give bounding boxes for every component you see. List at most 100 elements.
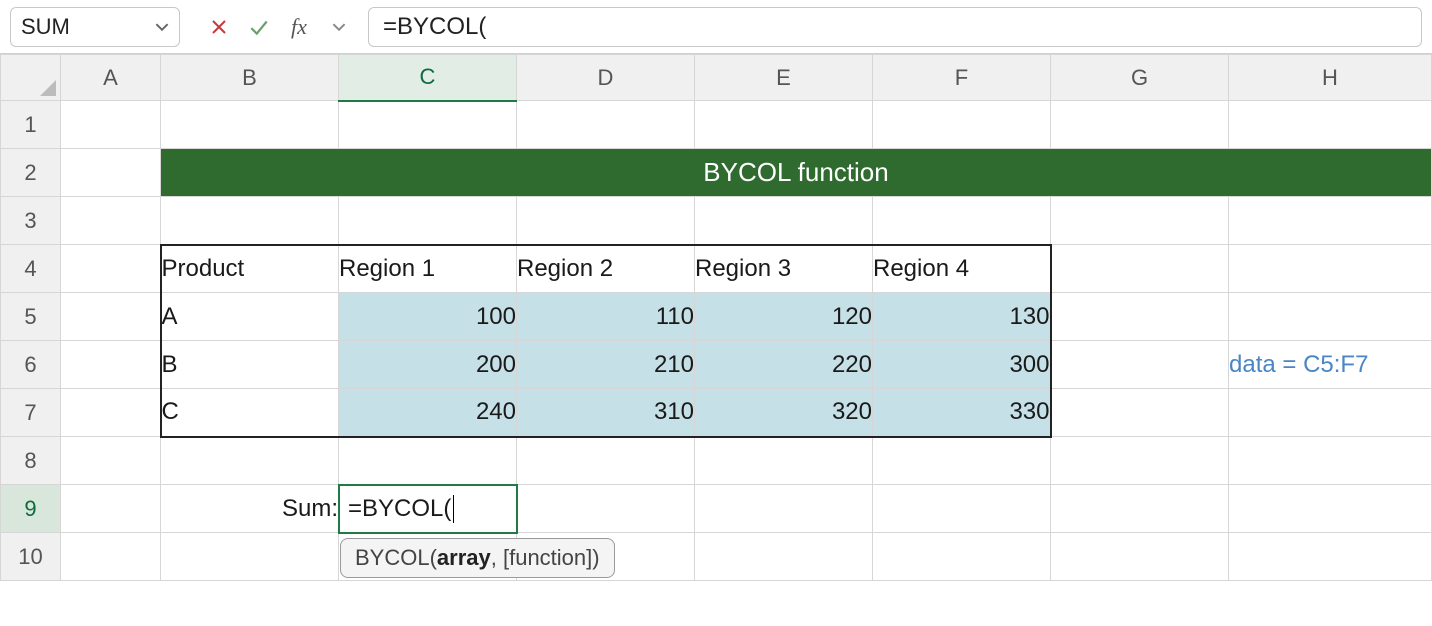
cell-F5[interactable]: 130	[873, 293, 1051, 341]
cell-G9[interactable]	[1051, 485, 1229, 533]
cell-D4[interactable]: Region 2	[517, 245, 695, 293]
cell-G10[interactable]	[1051, 533, 1229, 581]
cell-G8[interactable]	[1051, 437, 1229, 485]
cell-D7[interactable]: 310	[517, 389, 695, 437]
cell-B10[interactable]	[161, 533, 339, 581]
cell-C8[interactable]	[339, 437, 517, 485]
cell-A3[interactable]	[61, 197, 161, 245]
cell-H9[interactable]	[1229, 485, 1432, 533]
cell-A2[interactable]	[61, 149, 161, 197]
cell-H8[interactable]	[1229, 437, 1432, 485]
col-head-C[interactable]: C	[339, 55, 517, 101]
cell-H6[interactable]: data = C5:F7	[1229, 341, 1432, 389]
cell-E7[interactable]: 320	[695, 389, 873, 437]
row-head-3[interactable]: 3	[1, 197, 61, 245]
cell-C1[interactable]	[339, 101, 517, 149]
cell-A5[interactable]	[61, 293, 161, 341]
cell-B4[interactable]: Product	[161, 245, 339, 293]
cell-B8[interactable]	[161, 437, 339, 485]
cell-F8[interactable]	[873, 437, 1051, 485]
cell-A6[interactable]	[61, 341, 161, 389]
cell-B7[interactable]: C	[161, 389, 339, 437]
cell-C5[interactable]: 100	[339, 293, 517, 341]
row-head-4[interactable]: 4	[1, 245, 61, 293]
select-all-corner[interactable]	[1, 55, 61, 101]
cell-G7[interactable]	[1051, 389, 1229, 437]
cell-H1[interactable]	[1229, 101, 1432, 149]
cell-G4[interactable]	[1051, 245, 1229, 293]
cell-A9[interactable]	[61, 485, 161, 533]
row-head-1[interactable]: 1	[1, 101, 61, 149]
cell-B1[interactable]	[161, 101, 339, 149]
banner-cell[interactable]: BYCOL function	[161, 149, 1432, 197]
cell-C3[interactable]	[339, 197, 517, 245]
cell-C4[interactable]: Region 1	[339, 245, 517, 293]
chevron-down-icon[interactable]	[324, 12, 354, 42]
col-head-D[interactable]: D	[517, 55, 695, 101]
cell-C6[interactable]: 200	[339, 341, 517, 389]
col-head-F[interactable]: F	[873, 55, 1051, 101]
row-head-7[interactable]: 7	[1, 389, 61, 437]
cell-G3[interactable]	[1051, 197, 1229, 245]
col-head-H[interactable]: H	[1229, 55, 1432, 101]
cell-E5[interactable]: 120	[695, 293, 873, 341]
formula-input[interactable]: =BYCOL(	[368, 7, 1422, 47]
cell-G1[interactable]	[1051, 101, 1229, 149]
cell-D3[interactable]	[517, 197, 695, 245]
cell-G5[interactable]	[1051, 293, 1229, 341]
cell-E10[interactable]	[695, 533, 873, 581]
cell-F1[interactable]	[873, 101, 1051, 149]
cell-E8[interactable]	[695, 437, 873, 485]
row-head-2[interactable]: 2	[1, 149, 61, 197]
cell-E6[interactable]: 220	[695, 341, 873, 389]
fx-icon[interactable]: fx	[284, 12, 314, 42]
col-head-A[interactable]: A	[61, 55, 161, 101]
row-head-8[interactable]: 8	[1, 437, 61, 485]
active-cell-editor[interactable]: =BYCOL(	[338, 484, 518, 534]
enter-icon[interactable]	[244, 12, 274, 42]
cell-B9[interactable]: Sum:	[161, 485, 339, 533]
cell-F7[interactable]: 330	[873, 389, 1051, 437]
cell-A7[interactable]	[61, 389, 161, 437]
cell-A8[interactable]	[61, 437, 161, 485]
cell-D5[interactable]: 110	[517, 293, 695, 341]
cell-H4[interactable]	[1229, 245, 1432, 293]
cell-A1[interactable]	[61, 101, 161, 149]
cell-F6[interactable]: 300	[873, 341, 1051, 389]
cell-F4[interactable]: Region 4	[873, 245, 1051, 293]
cell-E9[interactable]	[695, 485, 873, 533]
cell-F9[interactable]	[873, 485, 1051, 533]
cell-B6[interactable]: B	[161, 341, 339, 389]
cell-B5[interactable]: A	[161, 293, 339, 341]
row-head-10[interactable]: 10	[1, 533, 61, 581]
cell-H5[interactable]	[1229, 293, 1432, 341]
cell-F3[interactable]	[873, 197, 1051, 245]
col-head-G[interactable]: G	[1051, 55, 1229, 101]
function-tooltip[interactable]: BYCOL(array, [function])	[340, 538, 615, 578]
cell-D6[interactable]: 210	[517, 341, 695, 389]
cell-H10[interactable]	[1229, 533, 1432, 581]
col-head-B[interactable]: B	[161, 55, 339, 101]
cell-A10[interactable]	[61, 533, 161, 581]
cell-G6[interactable]	[1051, 341, 1229, 389]
chevron-down-icon[interactable]	[155, 14, 169, 40]
cell-F10[interactable]	[873, 533, 1051, 581]
row-head-6[interactable]: 6	[1, 341, 61, 389]
cell-H3[interactable]	[1229, 197, 1432, 245]
cell-A4[interactable]	[61, 245, 161, 293]
cell-B3[interactable]	[161, 197, 339, 245]
name-box[interactable]: SUM	[10, 7, 180, 47]
cell-D8[interactable]	[517, 437, 695, 485]
row-head-5[interactable]: 5	[1, 293, 61, 341]
cell-C7[interactable]: 240	[339, 389, 517, 437]
cell-D1[interactable]	[517, 101, 695, 149]
cell-E4[interactable]: Region 3	[695, 245, 873, 293]
cell-E1[interactable]	[695, 101, 873, 149]
cell-E3[interactable]	[695, 197, 873, 245]
cell-H7[interactable]	[1229, 389, 1432, 437]
tooltip-arg-array[interactable]: array	[437, 545, 491, 570]
spreadsheet-grid[interactable]: A B C D E F G H 1 2 BYCOL function 3 4	[0, 54, 1432, 581]
cancel-icon[interactable]	[204, 12, 234, 42]
row-head-9[interactable]: 9	[1, 485, 61, 533]
col-head-E[interactable]: E	[695, 55, 873, 101]
